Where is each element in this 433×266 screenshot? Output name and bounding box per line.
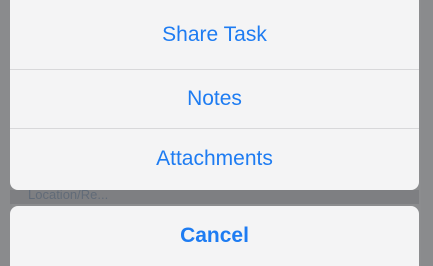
background-content-peek: Location/Re...: [10, 190, 419, 204]
notes-button[interactable]: Notes: [10, 70, 419, 129]
background-partial-text: Location/Re...: [28, 190, 109, 202]
notes-label: Notes: [187, 87, 242, 110]
right-edge: [421, 0, 433, 266]
cancel-label: Cancel: [180, 224, 249, 247]
share-task-label: Share Task: [162, 22, 267, 46]
cancel-button[interactable]: Cancel: [10, 206, 419, 266]
share-task-button[interactable]: Share Task: [10, 0, 419, 70]
attachments-button[interactable]: Attachments: [10, 129, 419, 189]
action-sheet-options: Share Task Notes Attachments: [10, 0, 419, 190]
attachments-label: Attachments: [156, 147, 273, 170]
